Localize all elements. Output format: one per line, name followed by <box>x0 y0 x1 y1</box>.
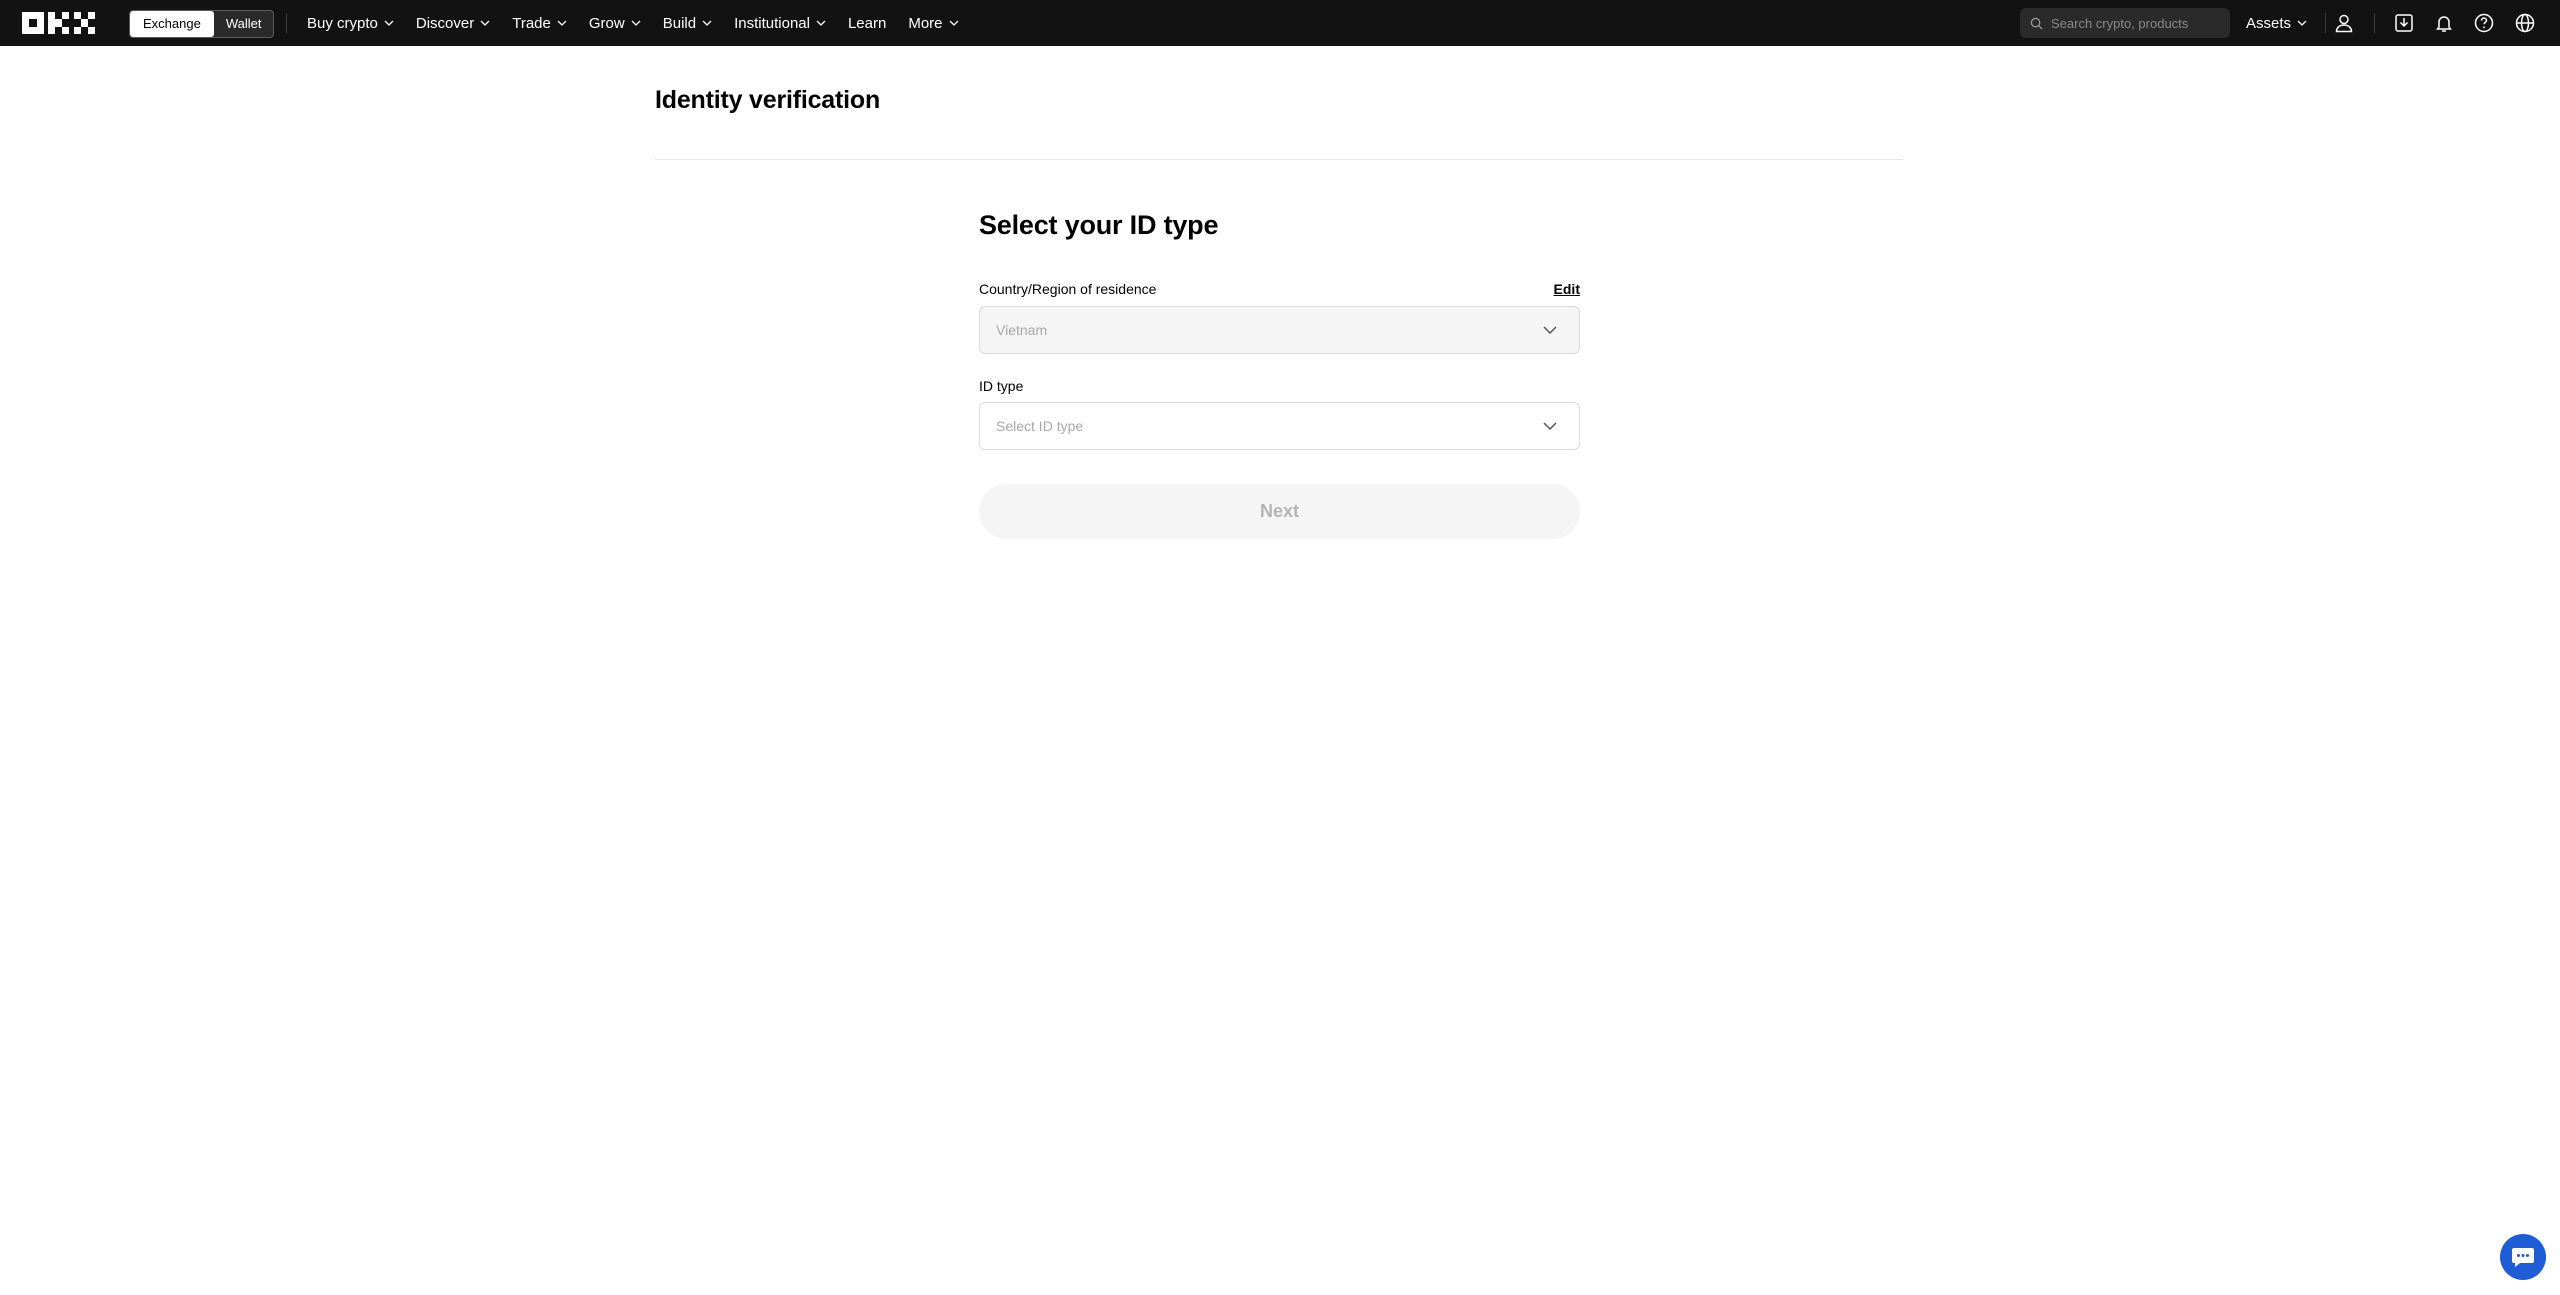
next-button[interactable]: Next <box>979 484 1580 539</box>
toolbar-divider <box>2374 13 2375 33</box>
nav-label: Grow <box>588 14 625 32</box>
exchange-wallet-toggle: Exchange Wallet <box>129 10 275 38</box>
nav-grow[interactable]: Grow <box>589 15 641 32</box>
country-label-row: Country/Region of residence Edit <box>979 281 1580 297</box>
top-navigation-bar: Exchange Wallet Buy crypto Discover Trad… <box>0 0 2560 46</box>
chevron-down-icon <box>557 20 567 26</box>
okx-logo[interactable] <box>22 12 104 34</box>
wallet-tab[interactable]: Wallet <box>214 11 274 37</box>
nav-institutional[interactable]: Institutional <box>734 15 826 32</box>
id-type-form: Select your ID type Country/Region of re… <box>979 208 1580 539</box>
id-type-select[interactable]: Select ID type <box>979 402 1580 450</box>
nav-label: Learn <box>847 14 887 32</box>
nav-label: Trade <box>512 14 551 32</box>
nav-build[interactable]: Build <box>663 15 712 32</box>
form-title: Select your ID type <box>979 210 1219 240</box>
main-nav: Buy crypto Discover Trade Grow Build Ins… <box>307 0 981 46</box>
nav-label: Buy crypto <box>307 14 378 32</box>
nav-discover[interactable]: Discover <box>416 15 490 32</box>
user-icon[interactable] <box>2332 11 2356 35</box>
nav-label: More <box>908 14 943 32</box>
support-chat-button[interactable] <box>2500 1234 2546 1280</box>
chat-icon <box>2512 1248 2534 1267</box>
exchange-tab[interactable]: Exchange <box>130 11 214 37</box>
download-icon[interactable] <box>2392 11 2416 35</box>
globe-icon[interactable] <box>2513 11 2537 35</box>
chevron-down-icon <box>480 20 490 26</box>
assets-menu[interactable]: Assets <box>2246 0 2307 46</box>
id-type-placeholder: Select ID type <box>996 418 1084 434</box>
nav-label: Institutional <box>734 14 810 32</box>
id-type-label: ID type <box>979 378 1024 394</box>
chevron-down-icon <box>384 20 394 26</box>
search-icon <box>2030 17 2043 30</box>
search-input[interactable] <box>2049 14 2223 32</box>
title-divider <box>655 159 1903 160</box>
nav-divider <box>286 13 287 33</box>
nav-trade[interactable]: Trade <box>512 15 567 32</box>
chevron-down-icon <box>2297 20 2307 26</box>
nav-label: Discover <box>415 14 475 32</box>
nav-buy-crypto[interactable]: Buy crypto <box>307 15 394 32</box>
chevron-down-icon <box>631 20 641 26</box>
chevron-down-icon <box>1543 422 1557 430</box>
country-label: Country/Region of residence <box>979 281 1157 297</box>
chevron-down-icon <box>702 20 712 26</box>
search-box[interactable] <box>2020 8 2230 38</box>
toolbar-divider <box>2325 13 2326 33</box>
chevron-down-icon <box>949 20 958 26</box>
page-title: Identity verification <box>655 86 881 114</box>
country-select: Vietnam <box>979 306 1580 354</box>
chevron-down-icon <box>1543 326 1557 334</box>
help-icon[interactable] <box>2472 11 2496 35</box>
edit-country-link[interactable]: Edit <box>1554 281 1580 297</box>
nav-label: Build <box>662 14 697 32</box>
nav-learn[interactable]: Learn <box>848 15 886 32</box>
bell-icon[interactable] <box>2432 11 2456 35</box>
country-value: Vietnam <box>996 322 1048 338</box>
assets-label: Assets <box>2246 14 2292 32</box>
nav-more[interactable]: More <box>908 15 958 32</box>
chevron-down-icon <box>816 20 826 26</box>
